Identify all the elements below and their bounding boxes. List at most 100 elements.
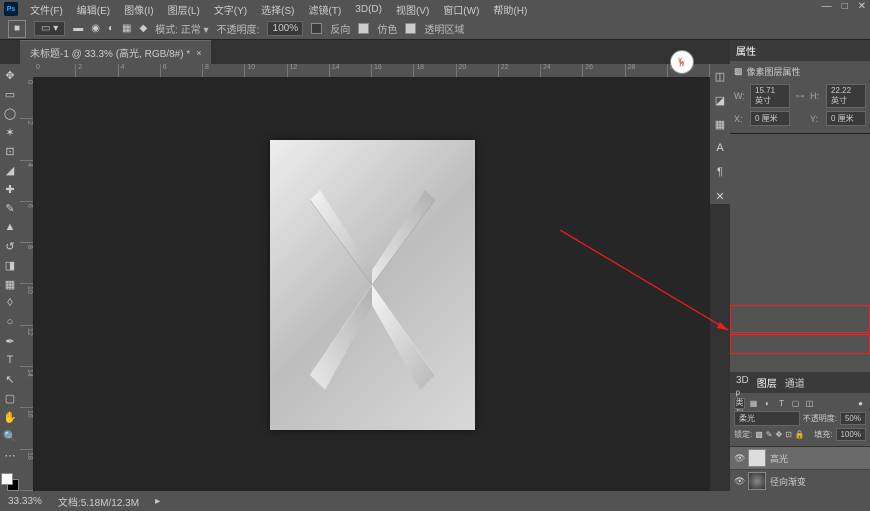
lock-label: 锁定: bbox=[734, 429, 752, 440]
ruler-vertical[interactable]: 024681012141618 bbox=[20, 78, 34, 491]
gradient-tool-icon[interactable]: ■ bbox=[8, 20, 26, 38]
color-panel-icon[interactable]: ◪ bbox=[712, 92, 728, 108]
width-input[interactable]: 15.71 英寸 bbox=[750, 84, 790, 108]
dither-checkbox[interactable] bbox=[358, 23, 369, 34]
doc-size[interactable]: 文档:5.18M/12.3M bbox=[58, 494, 139, 509]
x-input[interactable]: 0 厘米 bbox=[750, 111, 790, 126]
menu-filter[interactable]: 滤镜(T) bbox=[303, 0, 348, 19]
gradient-preset-dropdown[interactable]: ▭ ▾ bbox=[34, 21, 65, 36]
properties-tab[interactable]: 属性 bbox=[736, 43, 756, 58]
filter-smart-icon[interactable]: ◫ bbox=[804, 398, 815, 409]
blend-mode-dropdown[interactable]: 柔光 bbox=[734, 411, 800, 426]
options-bar: ■ ▭ ▾ ▬ ◉ ◐ ▦ ◆ 模式: 正常 ▾ 不透明度: 100% 反向 仿… bbox=[0, 18, 870, 40]
filter-pixel-icon[interactable]: ▦ bbox=[748, 398, 759, 409]
menu-window[interactable]: 窗口(W) bbox=[437, 0, 485, 19]
menu-file[interactable]: 文件(F) bbox=[24, 0, 69, 19]
lock-all-icon[interactable]: 🔒 bbox=[795, 430, 805, 439]
ruler-origin[interactable] bbox=[20, 64, 34, 78]
adjust-panel-icon[interactable]: ✕ bbox=[712, 188, 728, 204]
y-input[interactable]: 0 厘米 bbox=[826, 111, 866, 126]
gradient-reflected-icon[interactable]: ▦ bbox=[122, 23, 131, 34]
maximize-button[interactable]: □ bbox=[842, 1, 848, 12]
layer-name[interactable]: 高光 bbox=[770, 452, 866, 465]
gradient-radial-icon[interactable]: ◉ bbox=[91, 23, 100, 34]
zoom-tool[interactable]: 🔍 bbox=[1, 427, 19, 445]
visibility-toggle[interactable]: 👁 bbox=[734, 476, 744, 487]
pen-tool[interactable]: ✒ bbox=[1, 332, 19, 350]
gradient-angle-icon[interactable]: ◐ bbox=[108, 23, 114, 34]
layer-row[interactable]: 👁 径向渐变 bbox=[730, 470, 870, 493]
history-panel-icon[interactable]: ◫ bbox=[712, 68, 728, 84]
layers-tab[interactable]: 图层 bbox=[757, 375, 777, 390]
dodge-tool[interactable]: ○ bbox=[1, 313, 19, 331]
menu-select[interactable]: 选择(S) bbox=[255, 0, 300, 19]
type-tool[interactable]: T bbox=[1, 351, 19, 369]
filter-shape-icon[interactable]: ▢ bbox=[790, 398, 801, 409]
eyedropper-tool[interactable]: ◢ bbox=[1, 161, 19, 179]
document-tab[interactable]: 未标题-1 @ 33.3% (高光, RGB/8#) * × bbox=[20, 40, 211, 64]
menu-view[interactable]: 视图(V) bbox=[390, 0, 435, 19]
layer-row[interactable]: 👁 高光 bbox=[730, 447, 870, 470]
lock-pos-icon[interactable]: ✥ bbox=[776, 430, 783, 439]
gradient-linear-icon[interactable]: ▬ bbox=[73, 23, 83, 34]
filter-adjust-icon[interactable]: ◐ bbox=[762, 398, 773, 409]
reverse-checkbox[interactable] bbox=[311, 23, 322, 34]
height-input[interactable]: 22.22 英寸 bbox=[826, 84, 866, 108]
move-tool[interactable]: ✥ bbox=[1, 66, 19, 84]
hand-tool[interactable]: ✋ bbox=[1, 408, 19, 426]
lasso-tool[interactable]: ◯ bbox=[1, 104, 19, 122]
gradient-tool[interactable]: ▦ bbox=[1, 275, 19, 293]
menu-type[interactable]: 文字(Y) bbox=[208, 0, 253, 19]
swatches-panel-icon[interactable]: ▦ bbox=[712, 116, 728, 132]
lock-trans-icon[interactable]: ▩ bbox=[755, 430, 763, 439]
marquee-tool[interactable]: ▭ bbox=[1, 85, 19, 103]
channels-tab[interactable]: 通道 bbox=[785, 375, 805, 390]
eraser-tool[interactable]: ◨ bbox=[1, 256, 19, 274]
heal-tool[interactable]: ✚ bbox=[1, 180, 19, 198]
shape-tool[interactable]: ▢ bbox=[1, 389, 19, 407]
color-swatches[interactable] bbox=[1, 473, 19, 491]
layer-thumbnail[interactable] bbox=[748, 449, 766, 467]
fg-color-swatch[interactable] bbox=[1, 473, 13, 485]
filter-type-icon[interactable]: T bbox=[776, 398, 787, 409]
ruler-horizontal[interactable]: 024681012141618202224262830 bbox=[34, 64, 710, 78]
layer-filter-dropdown[interactable]: ρ 类型 bbox=[734, 398, 745, 409]
canvas-viewport[interactable] bbox=[34, 78, 710, 491]
stamp-tool[interactable]: ▲ bbox=[1, 218, 19, 236]
brush-tool[interactable]: ✎ bbox=[1, 199, 19, 217]
transparency-checkbox[interactable] bbox=[405, 23, 416, 34]
filter-toggle[interactable]: ● bbox=[855, 398, 866, 409]
lock-artboard-icon[interactable]: ⊡ bbox=[785, 430, 792, 439]
zoom-level[interactable]: 33.33% bbox=[8, 496, 42, 507]
layer-thumbnail[interactable] bbox=[748, 472, 766, 490]
history-brush-tool[interactable]: ↺ bbox=[1, 237, 19, 255]
layers-options: ρ 类型 ▦ ◐ T ▢ ◫ ● 柔光 不透明度: 50% 锁定: ▩ ✎ ✥ … bbox=[730, 393, 870, 447]
link-wh-icon[interactable]: ⊶ bbox=[794, 91, 806, 102]
crop-tool[interactable]: ⊡ bbox=[1, 142, 19, 160]
blur-tool[interactable]: ◊ bbox=[1, 294, 19, 312]
canvas-area: 024681012141618202224262830 024681012141… bbox=[20, 64, 710, 491]
lock-paint-icon[interactable]: ✎ bbox=[766, 430, 773, 439]
menu-3d[interactable]: 3D(D) bbox=[349, 2, 388, 17]
minimize-button[interactable]: — bbox=[822, 1, 832, 12]
layer-name[interactable]: 径向渐变 bbox=[770, 475, 866, 488]
menu-help[interactable]: 帮助(H) bbox=[487, 0, 533, 19]
tab-close-icon[interactable]: × bbox=[196, 48, 201, 58]
char-panel-icon[interactable]: A bbox=[712, 140, 728, 156]
visibility-toggle[interactable]: 👁 bbox=[734, 453, 744, 464]
menu-layer[interactable]: 图层(L) bbox=[162, 0, 206, 19]
opacity-input[interactable]: 100% bbox=[267, 21, 303, 36]
gradient-diamond-icon[interactable]: ◆ bbox=[139, 23, 147, 34]
path-tool[interactable]: ↖ bbox=[1, 370, 19, 388]
paragraph-panel-icon[interactable]: ¶ bbox=[712, 164, 728, 180]
wand-tool[interactable]: ✶ bbox=[1, 123, 19, 141]
status-arrow-icon[interactable]: ▸ bbox=[155, 496, 160, 507]
pixel-layer-icon: ▩ bbox=[734, 66, 743, 77]
close-button[interactable]: ✕ bbox=[858, 1, 866, 12]
artboard[interactable] bbox=[270, 140, 475, 430]
edit-toolbar[interactable]: ⋯ bbox=[1, 446, 19, 464]
layer-opacity-input[interactable]: 50% bbox=[840, 412, 866, 425]
menu-edit[interactable]: 编辑(E) bbox=[71, 0, 116, 19]
menu-image[interactable]: 图像(I) bbox=[118, 0, 159, 19]
fill-input[interactable]: 100% bbox=[836, 428, 866, 441]
